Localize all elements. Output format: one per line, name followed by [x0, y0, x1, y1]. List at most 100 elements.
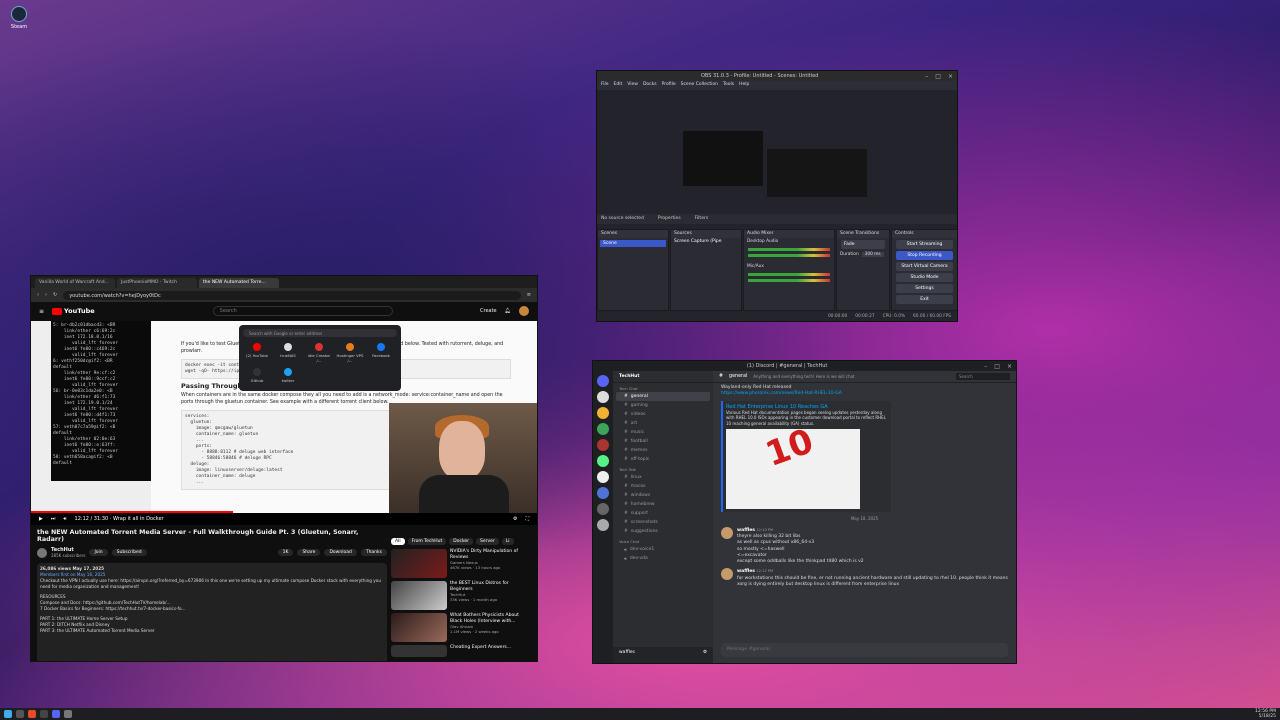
user-avatar[interactable] [721, 526, 733, 539]
transition-select[interactable]: Fade [841, 240, 885, 249]
message-input[interactable]: Message #general [721, 643, 1008, 657]
volume-icon[interactable]: 🔊︎ [63, 516, 66, 522]
duration-input[interactable]: 300 ms [861, 252, 884, 257]
reload-icon[interactable]: ↻ [53, 292, 57, 298]
server-icon[interactable] [597, 471, 609, 483]
server-icon[interactable] [597, 391, 609, 403]
fullscreen-icon[interactable]: ⛶ [525, 516, 529, 522]
scene-item[interactable]: Scene [600, 240, 666, 247]
embed-image[interactable]: 10 [726, 422, 860, 510]
username[interactable]: waffles [619, 650, 635, 655]
menu-help[interactable]: Help [739, 82, 749, 89]
minimize-icon[interactable]: – [925, 73, 928, 80]
server-icon[interactable] [597, 519, 609, 531]
server-name[interactable]: TechHut [613, 371, 713, 383]
channel-macos[interactable]: # macos [616, 482, 710, 491]
next-icon[interactable]: ⏭ [51, 516, 56, 522]
channel-homebrew[interactable]: # homebrew [616, 500, 710, 509]
server-icon[interactable] [597, 407, 609, 419]
voice-channel[interactable]: 🔊︎ dev-voice1 [616, 545, 710, 554]
create-button[interactable]: Create [480, 308, 497, 314]
avatar[interactable] [519, 306, 529, 316]
server-icon[interactable] [597, 503, 609, 515]
menu-tools[interactable]: Tools [723, 82, 734, 89]
chip-all[interactable]: All [391, 538, 405, 545]
chip-from-techhut[interactable]: From TechHut [407, 538, 447, 545]
rec-item[interactable]: the BEST Linux Distros for Beginners Tech… [391, 581, 531, 610]
menu-profile[interactable]: Profile [662, 82, 676, 89]
channel-general[interactable]: # general [616, 392, 710, 401]
close-icon[interactable]: × [1007, 363, 1012, 370]
shortcut-youtube[interactable]: (2) YouTube [243, 341, 271, 363]
properties-button[interactable]: Properties [658, 216, 681, 222]
menu-file[interactable]: File [601, 82, 609, 89]
taskbar-app-icon[interactable] [40, 710, 48, 718]
yt-search-input[interactable]: Search [212, 306, 393, 316]
settings-icon[interactable]: ⚙ [513, 516, 517, 522]
channel-windows[interactable]: # windows [616, 491, 710, 500]
discord-search[interactable]: Search [956, 373, 1010, 380]
newtab-search[interactable]: Search with Google or enter address [243, 329, 397, 337]
rec-item[interactable]: What Bothers Physicists About Black Hole… [391, 613, 531, 642]
server-icon[interactable] [597, 487, 609, 499]
server-icon[interactable] [597, 439, 609, 451]
settings-icon[interactable]: ⚙ [703, 650, 707, 655]
source-item[interactable]: Screen Capture (Pipe [671, 238, 741, 245]
like-button[interactable]: 1K [277, 549, 294, 556]
stop-recording-button[interactable]: Stop Recording [896, 251, 953, 260]
channel-memes[interactable]: # memes [616, 446, 710, 455]
minimize-icon[interactable]: – [984, 363, 987, 370]
taskbar-app-icon[interactable] [52, 710, 60, 718]
youtube-logo[interactable]: YouTube [52, 307, 95, 315]
channel-football[interactable]: # football [616, 437, 710, 446]
shortcut-creator[interactable]: idle Creator /... [305, 341, 333, 363]
shortcut-hostinger[interactable]: Hostinger VPS /... [336, 341, 364, 363]
menu-edit[interactable]: Edit [614, 82, 623, 89]
shortcut-facebook[interactable]: Facebook [367, 341, 395, 363]
channel-art[interactable]: # art [616, 419, 710, 428]
play-icon[interactable]: ▶ [39, 516, 43, 522]
shortcut-twitter[interactable]: twitter [274, 366, 302, 383]
channel-off-topic[interactable]: # off-topic [616, 455, 710, 464]
forward-icon[interactable]: › [45, 292, 47, 298]
chip-docker[interactable]: Docker [449, 538, 474, 545]
channel-linux[interactable]: # linux [616, 473, 710, 482]
rec-item[interactable]: NVIDIA's Dirty Manipulation of Reviews Ga… [391, 549, 531, 578]
chip-server[interactable]: Server [476, 538, 499, 545]
rec-item[interactable]: Cheating Expert Answers... [391, 645, 531, 657]
join-button[interactable]: Join [89, 549, 108, 556]
server-icon[interactable] [597, 455, 609, 467]
tab-wow[interactable]: Vanilla World of Warcraft And... [35, 278, 115, 288]
description-box[interactable]: 26,086 views May 17, 2025 Members first … [37, 563, 387, 661]
hamburger-icon[interactable]: ≡ [39, 308, 44, 315]
menu-view[interactable]: View [627, 82, 638, 89]
category-label[interactable]: Tech Chat [613, 383, 713, 392]
taskbar-app-icon[interactable] [28, 710, 36, 718]
subscribed-button[interactable]: Subscribed [111, 549, 147, 556]
category-label[interactable]: Voice Chat [613, 536, 713, 545]
menu-docks[interactable]: Docks [643, 82, 657, 89]
share-button[interactable]: Share [297, 549, 321, 556]
tab-twitch[interactable]: JustPhoenixMMO - Twitch [117, 278, 197, 288]
bell-icon[interactable]: 🔔︎ [505, 308, 511, 314]
voice-channel[interactable]: 🔊︎ dev-vda [616, 554, 710, 563]
menu-icon[interactable]: ≡ [527, 292, 531, 298]
steam-desktop-icon[interactable]: Steam [8, 6, 30, 30]
shortcut-github[interactable]: Github [243, 366, 271, 383]
user-avatar[interactable] [721, 568, 733, 581]
message-link[interactable]: https://www.phoronix.com/news/Red-Hat-RH… [721, 391, 1008, 397]
obs-preview[interactable] [677, 91, 875, 201]
message-author[interactable]: waffles [737, 528, 755, 533]
studio-mode-button[interactable]: Studio Mode [896, 273, 953, 282]
url-field[interactable]: youtube.com/watch?v=hejDyoy0tDc [63, 290, 521, 300]
clock[interactable]: 12:56 PM 5/18/25 [1255, 709, 1276, 719]
menu-scene-collection[interactable]: Scene Collection [681, 82, 718, 89]
download-button[interactable]: Download [324, 549, 357, 556]
taskbar-app-icon[interactable] [64, 710, 72, 718]
app-launcher-icon[interactable] [4, 710, 12, 718]
start-streaming-button[interactable]: Start Streaming [896, 240, 953, 249]
channel-avatar[interactable] [37, 547, 47, 558]
tab-youtube[interactable]: the NEW Automated Torre... [199, 278, 279, 288]
channel-videos[interactable]: # videos [616, 410, 710, 419]
channel-music[interactable]: # music [616, 428, 710, 437]
